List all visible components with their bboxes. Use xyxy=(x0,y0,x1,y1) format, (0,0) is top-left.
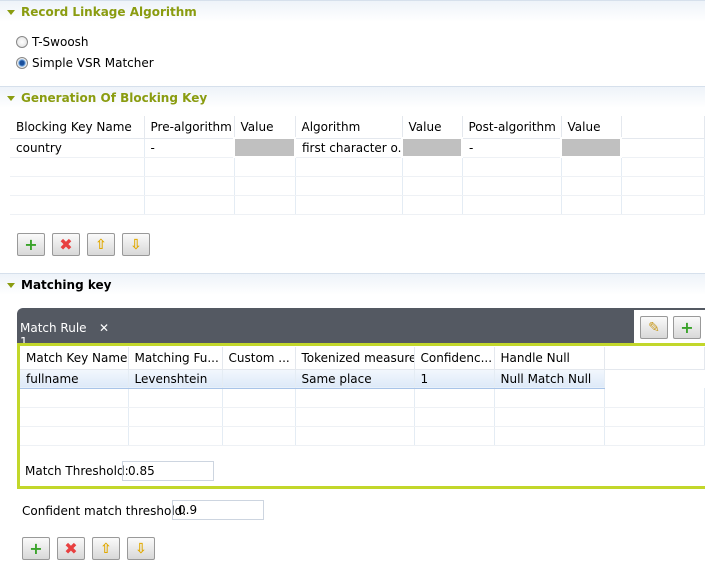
remove-button[interactable]: ✖ xyxy=(57,537,85,560)
radio-t-swoosh[interactable]: T-Swoosh xyxy=(16,35,89,49)
collapse-icon xyxy=(7,283,15,288)
radio-simple-vsr[interactable]: Simple VSR Matcher xyxy=(16,56,154,70)
collapse-icon xyxy=(7,10,15,15)
radio-selected-icon xyxy=(16,57,28,69)
col-header[interactable]: Confidenc... xyxy=(414,347,495,370)
col-header[interactable]: Blocking Key Name xyxy=(10,116,145,139)
tab-match-rule-1[interactable]: Match Rule 1 ✕ xyxy=(17,315,109,349)
value-cell[interactable] xyxy=(233,137,296,158)
radio-icon xyxy=(16,36,28,48)
table-row[interactable]: fullname Levenshtein Same place 1 Null Match… xyxy=(20,368,705,389)
blocking-key-table: Blocking Key Name Pre-algorithm Value Algor… xyxy=(10,116,705,215)
move-up-button[interactable]: ⇧ xyxy=(87,233,115,256)
col-header[interactable]: Algorithm xyxy=(295,116,403,139)
move-up-button[interactable]: ⇧ xyxy=(92,537,120,560)
close-tab-icon[interactable]: ✕ xyxy=(99,321,109,345)
col-header[interactable]: Match Key Name xyxy=(20,347,129,370)
table-row[interactable]: country - first character o... - xyxy=(10,137,705,158)
add-button[interactable]: + xyxy=(17,233,45,256)
match-threshold-label: Match Threshold: xyxy=(25,464,129,478)
add-button[interactable]: + xyxy=(22,537,50,560)
move-down-button[interactable]: ⇩ xyxy=(122,233,150,256)
col-header[interactable]: Handle Null xyxy=(494,347,605,370)
col-header[interactable]: Value xyxy=(234,116,296,139)
match-threshold-input[interactable]: 0.85 xyxy=(122,461,214,481)
col-header[interactable]: Post-algorithm xyxy=(462,116,562,139)
section-header-blocking[interactable]: Generation Of Blocking Key xyxy=(0,86,705,108)
confident-threshold-input[interactable]: 0.9 xyxy=(172,500,264,520)
section-header-matching[interactable]: Matching key xyxy=(0,273,705,295)
col-header[interactable]: Value xyxy=(561,116,622,139)
value-cell[interactable] xyxy=(560,137,622,158)
match-key-table: Match Key Name Matching Fu... Custom ... To… xyxy=(20,347,705,446)
col-header[interactable]: Matching Fu... xyxy=(128,347,223,370)
col-header[interactable]: Custom ... xyxy=(222,347,296,370)
section-header-record-linkage[interactable]: Record Linkage Algorithm xyxy=(0,0,705,22)
add-rule-button[interactable]: + xyxy=(673,316,701,339)
col-header[interactable]: Tokenized measure xyxy=(295,347,415,370)
edit-button[interactable]: ✎ xyxy=(640,316,668,339)
value-cell[interactable] xyxy=(401,137,463,158)
tab-bar xyxy=(17,308,705,345)
remove-button[interactable]: ✖ xyxy=(52,233,80,256)
col-header[interactable]: Value xyxy=(402,116,463,139)
confident-threshold-label: Confident match threshold: xyxy=(22,504,187,518)
collapse-icon xyxy=(7,96,15,101)
col-header[interactable]: Pre-algorithm xyxy=(144,116,235,139)
move-down-button[interactable]: ⇩ xyxy=(127,537,155,560)
